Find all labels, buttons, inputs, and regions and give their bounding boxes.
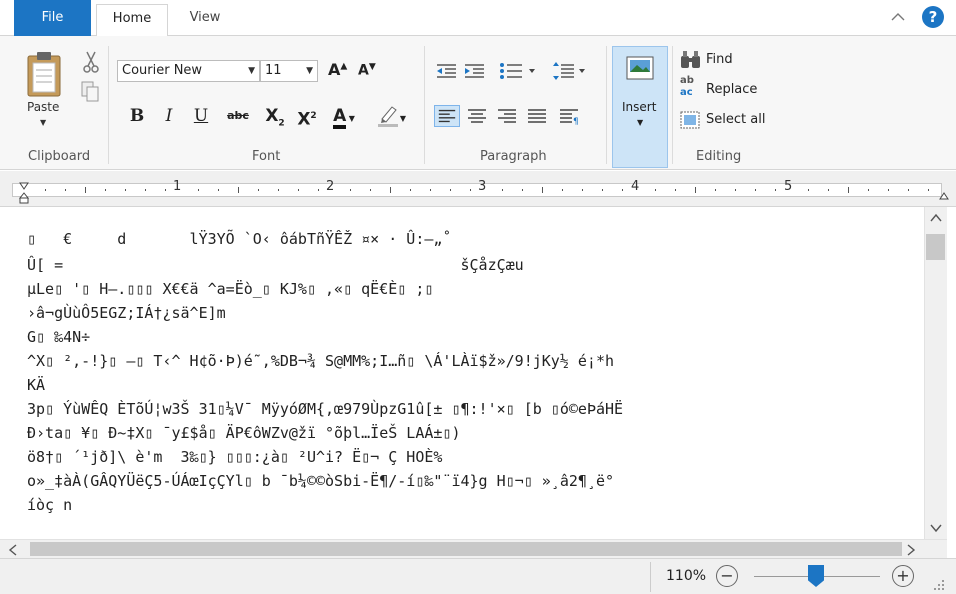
ribbon-tab-bar: File Home View ? (0, 0, 956, 37)
tab-view[interactable]: View (172, 4, 238, 36)
shrink-font-icon[interactable]: A▼ (358, 62, 376, 79)
ruler-number: 5 (784, 179, 793, 194)
paste-dropdown-icon[interactable]: ▼ (40, 118, 46, 127)
text-color-icon: A (333, 107, 347, 129)
right-indent-marker (939, 192, 949, 200)
scroll-right-icon[interactable] (906, 544, 916, 556)
chevron-down-icon: ▼ (637, 118, 644, 127)
group-separator (108, 46, 109, 164)
tab-file[interactable]: File (14, 0, 91, 36)
vertical-scroll-thumb[interactable] (926, 234, 945, 260)
align-right-icon[interactable] (494, 105, 520, 127)
document-line: µLe▯ '▯ H–.▯▯▯ X€€ä ^a=Ëò_▯ KJ%▯ ,«▯ qË€… (27, 280, 434, 298)
document-line: 3p▯ ÝùWÊQ ÈTõÚ¦w3Š 31▯¼V¯ MÿyóØM{,œ979Ùp… (27, 400, 624, 418)
font-family-select[interactable]: Courier New ▼ (117, 60, 260, 82)
chevron-down-icon: ▼ (399, 114, 407, 123)
resize-grip-icon[interactable] (930, 578, 946, 592)
select-all-icon (680, 111, 700, 129)
document-line: ö8†▯ ´¹jð]\ è'm 3‰▯} ▯▯▯:¿à▯ ²U^i? Ë▯¬ Ç… (27, 448, 443, 466)
text-color-button[interactable]: A ▼ (328, 104, 360, 129)
first-line-indent-marker (19, 182, 29, 190)
document-line: o»_‡àÀ(GÂQYÜëÇ5-ÚÁœIçÇYl▯ b ¯b¼©©òSbi-Ë¶… (27, 472, 614, 490)
binoculars-icon (681, 51, 700, 68)
left-indent-marker (19, 197, 29, 204)
paste-label: Paste (27, 100, 60, 114)
justify-icon[interactable] (524, 105, 550, 127)
decrease-indent-icon[interactable] (434, 60, 460, 82)
group-separator (606, 46, 607, 164)
select-all-label: Select all (706, 112, 766, 127)
svg-text:¶: ¶ (573, 117, 579, 127)
chevron-down-icon: ▼ (306, 66, 313, 76)
zoom-level[interactable]: 110% (666, 568, 706, 584)
italic-button[interactable]: I (158, 104, 180, 128)
bold-button[interactable]: B (126, 104, 148, 128)
font-size-value: 11 (265, 63, 282, 78)
document-line: ▯ € d lŸ3YÕ `O‹ ôábTñŸÊŽ ¤× · Û:—„˚ (27, 230, 452, 248)
replace-label: Replace (706, 82, 758, 97)
scroll-down-icon[interactable] (930, 523, 942, 533)
highlighter-icon (377, 106, 398, 127)
font-group-label: Font (252, 149, 281, 164)
strikethrough-button[interactable]: abc (222, 104, 254, 128)
bullets-icon[interactable] (498, 60, 542, 82)
ruler-number: 1 (173, 179, 182, 194)
subscript-icon[interactable]: X2 (260, 104, 290, 128)
zoom-in-icon[interactable]: + (892, 565, 914, 587)
status-divider (650, 562, 651, 592)
highlight-button[interactable]: ▼ (370, 104, 412, 128)
tab-home[interactable]: Home (96, 4, 168, 37)
paragraph-group-label: Paragraph (480, 149, 547, 164)
group-separator (672, 46, 673, 164)
cut-icon[interactable] (83, 50, 99, 74)
font-family-value: Courier New (122, 63, 203, 78)
ruler-number: 2 (326, 179, 335, 194)
horizontal-scroll-thumb[interactable] (30, 542, 902, 556)
document-line: Û[ = šÇåzÇæu (27, 256, 524, 274)
ruler[interactable]: 1 2 3 4 5 (0, 171, 956, 207)
insert-label: Insert (622, 100, 657, 114)
scroll-up-icon[interactable] (930, 213, 942, 223)
paragraph-settings-icon[interactable]: ¶ (556, 105, 582, 127)
find-label: Find (706, 52, 733, 67)
chevron-down-icon: ▼ (346, 114, 355, 123)
chevron-down-icon: ▼ (248, 66, 255, 76)
zoom-out-icon[interactable]: − (716, 565, 738, 587)
document-line: Ð›ta▯ ¥▯ Ð~‡X▯ ¯y£$å▯ ÄP€ôWZv@žï °õþl…Ïe… (27, 424, 461, 442)
font-size-select[interactable]: 11 ▼ (260, 60, 318, 82)
copy-icon[interactable] (81, 81, 99, 103)
picture-icon (626, 56, 654, 80)
ribbon: Paste ▼ Clipboard Courier New ▼ 11 ▼ A▲ … (0, 36, 956, 170)
scroll-left-icon[interactable] (8, 544, 18, 556)
ruler-number: 4 (631, 179, 640, 194)
clipboard-icon (27, 52, 61, 97)
superscript-icon[interactable]: X2 (292, 104, 322, 130)
document-line: ›â¬gÙùÔ5EGZ;IÁ†¿sä^E]m (27, 304, 226, 322)
document-line: íòç n (27, 496, 73, 514)
document-area[interactable]: ▯ € d lŸ3YÕ `O‹ ôábTñŸÊŽ ¤× · Û:—„˚ Û[ =… (0, 207, 924, 539)
align-center-icon[interactable] (464, 105, 490, 127)
align-left-icon[interactable] (434, 105, 460, 127)
document-line: ^X▯ ²,-!}▯ –▯ T‹^ H¢õ·Þ)é˜,%DB¬¾ S@MM%;I… (27, 352, 614, 370)
wordpad-window: File Home View ? Paste ▼ Clipboard Couri… (0, 0, 956, 594)
editing-group-label: Editing (696, 149, 742, 164)
underline-button[interactable]: U (190, 104, 212, 128)
replace-icon: ab ac (680, 75, 694, 98)
help-icon[interactable]: ? (922, 6, 944, 28)
document-line: G▯ ‰4N÷ (27, 328, 91, 346)
line-spacing-icon[interactable] (552, 60, 588, 82)
clipboard-group-label: Clipboard (28, 149, 91, 164)
document-line: KÄ (27, 376, 46, 394)
grow-font-icon[interactable]: A▲ (328, 60, 347, 79)
hanging-indent-marker (18, 192, 30, 199)
collapse-ribbon-icon[interactable] (890, 9, 906, 25)
ruler-number: 3 (478, 179, 487, 194)
increase-indent-icon[interactable] (462, 60, 488, 82)
group-separator (424, 46, 425, 164)
